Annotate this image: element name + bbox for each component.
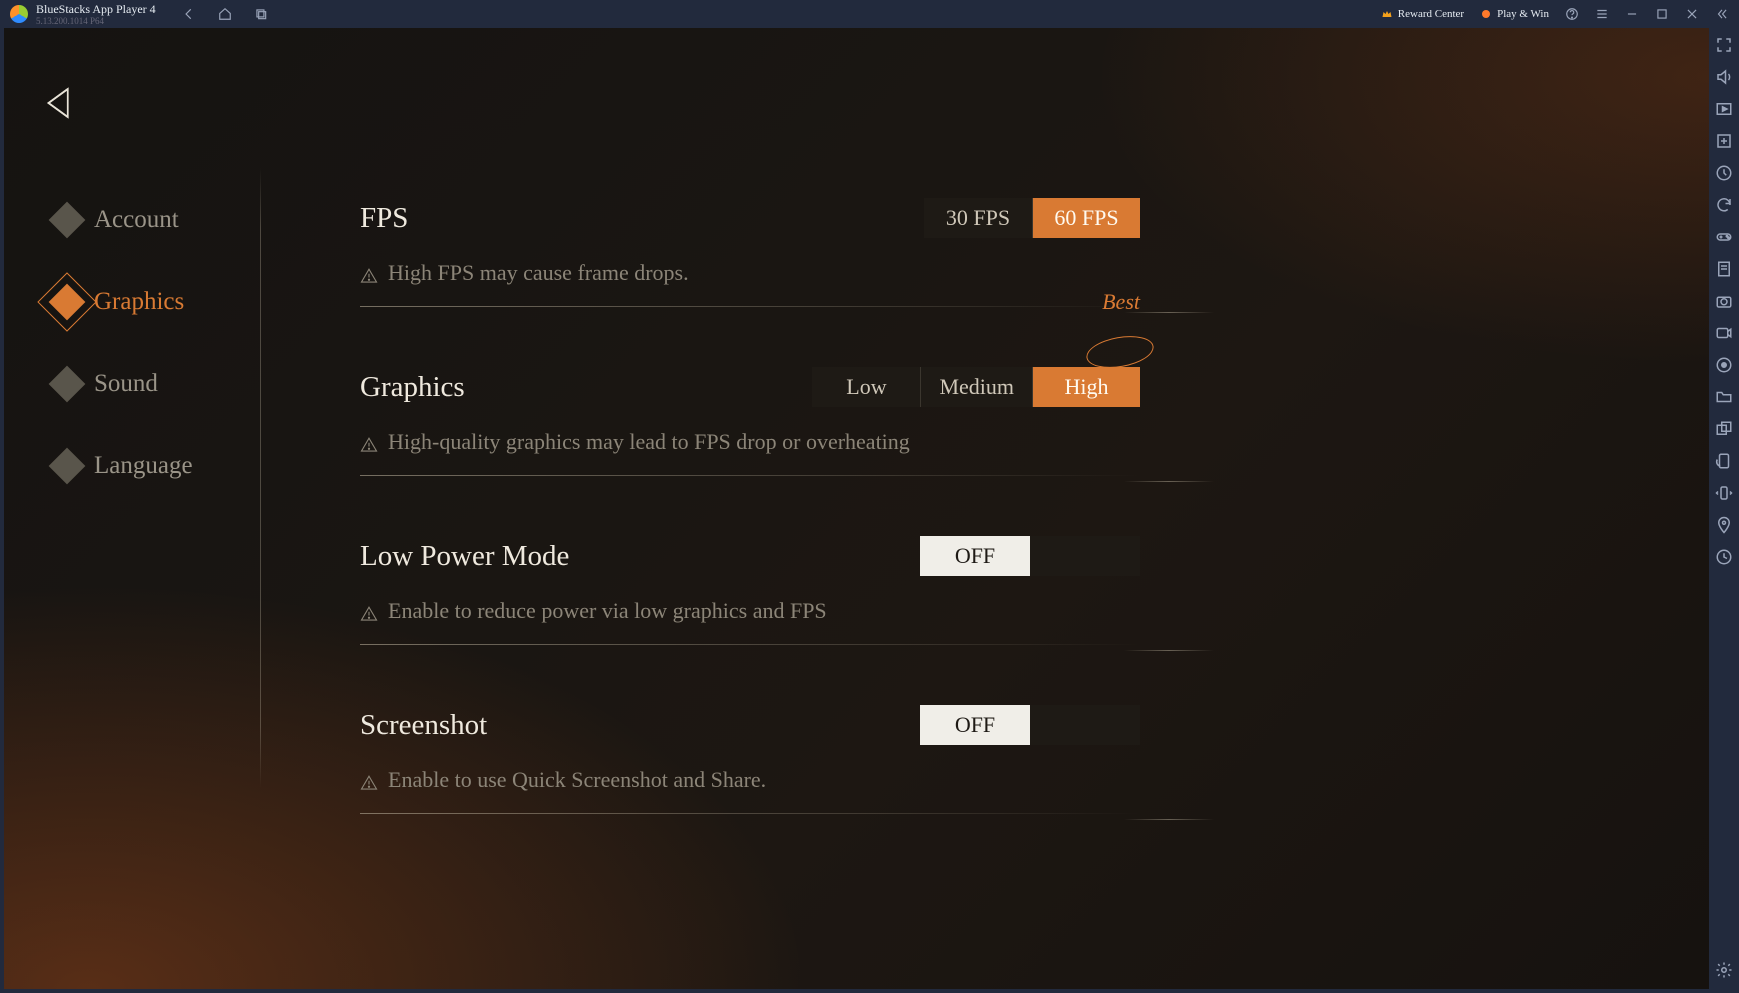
macro-icon[interactable] xyxy=(1715,356,1733,374)
settings-gear-icon[interactable] xyxy=(1715,961,1733,979)
toggle-on xyxy=(1030,536,1140,576)
graphics-option-medium[interactable]: Medium xyxy=(920,367,1032,407)
keymap-icon[interactable] xyxy=(1715,164,1733,182)
graphics-hint-text: High-quality graphics may lead to FPS dr… xyxy=(388,429,910,455)
divider xyxy=(360,644,1140,645)
screenshot-tool-icon[interactable] xyxy=(1715,100,1733,118)
folder-icon[interactable] xyxy=(1715,388,1733,406)
maximize-icon[interactable] xyxy=(1655,7,1669,21)
fps-hint: High FPS may cause frame drops. xyxy=(360,260,1140,286)
multi-instance-icon[interactable] xyxy=(1715,420,1733,438)
screenshot-hint: Enable to use Quick Screenshot and Share… xyxy=(360,767,1140,793)
divider xyxy=(360,306,1140,307)
shake-icon[interactable] xyxy=(1715,484,1733,502)
apk-icon[interactable] xyxy=(1715,260,1733,278)
help-icon[interactable] xyxy=(1565,7,1579,21)
warning-icon xyxy=(360,772,378,788)
setting-fps: FPS 30 FPS 60 FPS High FPS may cause fra… xyxy=(360,198,1140,307)
collapse-sidebar-icon[interactable] xyxy=(1715,7,1729,21)
nav-item-language[interactable]: Language xyxy=(54,452,274,480)
nav-item-sound[interactable]: Sound xyxy=(54,370,274,398)
diamond-icon xyxy=(49,366,86,403)
nav-label-graphics: Graphics xyxy=(94,288,184,316)
play-win-button[interactable]: Play & Win xyxy=(1480,8,1549,20)
settings-nav: Account Graphics Sound Language xyxy=(54,206,274,534)
app-version: 5.13.200.1014 P64 xyxy=(36,16,156,26)
crown-icon xyxy=(1381,8,1393,20)
app-logo-icon xyxy=(10,5,28,23)
reward-center-button[interactable]: Reward Center xyxy=(1381,8,1464,20)
hamburger-icon[interactable] xyxy=(1595,7,1609,21)
close-icon[interactable] xyxy=(1685,7,1699,21)
low-power-title: Low Power Mode xyxy=(360,540,569,573)
graphics-option-low[interactable]: Low xyxy=(812,367,920,407)
divider xyxy=(360,813,1140,814)
controller-icon[interactable] xyxy=(1715,228,1733,246)
nav-item-graphics[interactable]: Graphics xyxy=(54,288,274,316)
nav-label-language: Language xyxy=(94,452,193,480)
nav-label-sound: Sound xyxy=(94,370,158,398)
clock-icon[interactable] xyxy=(1715,548,1733,566)
fps-options: 30 FPS 60 FPS xyxy=(924,198,1140,238)
game-viewport: Account Graphics Sound Language FPS 30 F… xyxy=(4,28,1709,989)
nav-label-account: Account xyxy=(94,206,179,234)
warning-icon xyxy=(360,265,378,281)
location-icon[interactable] xyxy=(1715,516,1733,534)
fps-hint-text: High FPS may cause frame drops. xyxy=(388,260,689,286)
sync-icon[interactable] xyxy=(1715,196,1733,214)
fps-option-60[interactable]: 60 FPS xyxy=(1032,198,1140,238)
toggle-off: OFF xyxy=(920,705,1030,745)
record-icon[interactable] xyxy=(1715,324,1733,342)
toggle-off: OFF xyxy=(920,536,1030,576)
graphics-title: Graphics xyxy=(360,371,465,404)
side-toolbar xyxy=(1709,28,1739,993)
screenshot-title: Screenshot xyxy=(360,709,487,742)
diamond-icon xyxy=(49,284,86,321)
coin-icon xyxy=(1480,8,1492,20)
screenshot-toggle[interactable]: OFF xyxy=(920,705,1140,745)
fullscreen-icon[interactable] xyxy=(1715,36,1733,54)
diamond-icon xyxy=(49,202,86,239)
divider xyxy=(360,475,1140,476)
back-icon[interactable] xyxy=(182,7,196,21)
play-win-label: Play & Win xyxy=(1497,8,1549,20)
graphics-hint: High-quality graphics may lead to FPS dr… xyxy=(360,429,1140,455)
back-button[interactable] xyxy=(38,82,80,124)
settings-panel: FPS 30 FPS 60 FPS High FPS may cause fra… xyxy=(360,198,1140,874)
nav-item-account[interactable]: Account xyxy=(54,206,274,234)
volume-icon[interactable] xyxy=(1715,68,1733,86)
app-title: BlueStacks App Player 4 xyxy=(36,3,156,15)
setting-low-power: Low Power Mode OFF Enable to reduce powe… xyxy=(360,536,1140,645)
warning-icon xyxy=(360,434,378,450)
rotate-icon[interactable] xyxy=(1715,452,1733,470)
toggle-on xyxy=(1030,705,1140,745)
setting-graphics: Graphics Best Low Medium High High-quali… xyxy=(360,367,1140,476)
diamond-icon xyxy=(49,448,86,485)
fps-option-30[interactable]: 30 FPS xyxy=(924,198,1032,238)
low-power-hint: Enable to reduce power via low graphics … xyxy=(360,598,1140,624)
title-bar: BlueStacks App Player 4 5.13.200.1014 P6… xyxy=(0,0,1739,28)
low-power-hint-text: Enable to reduce power via low graphics … xyxy=(388,598,827,624)
lock-cursor-icon[interactable] xyxy=(1715,132,1733,150)
best-tag: Best xyxy=(1102,289,1140,315)
recent-icon[interactable] xyxy=(254,7,268,21)
fps-title: FPS xyxy=(360,202,408,235)
graphics-options: Low Medium High xyxy=(812,367,1140,407)
setting-screenshot: Screenshot OFF Enable to use Quick Scree… xyxy=(360,705,1140,814)
minimize-icon[interactable] xyxy=(1625,7,1639,21)
warning-icon xyxy=(360,603,378,619)
reward-center-label: Reward Center xyxy=(1398,8,1464,20)
home-icon[interactable] xyxy=(218,7,232,21)
low-power-toggle[interactable]: OFF xyxy=(920,536,1140,576)
graphics-option-high[interactable]: High xyxy=(1032,367,1140,407)
screenshot-hint-text: Enable to use Quick Screenshot and Share… xyxy=(388,767,766,793)
camera-icon[interactable] xyxy=(1715,292,1733,310)
